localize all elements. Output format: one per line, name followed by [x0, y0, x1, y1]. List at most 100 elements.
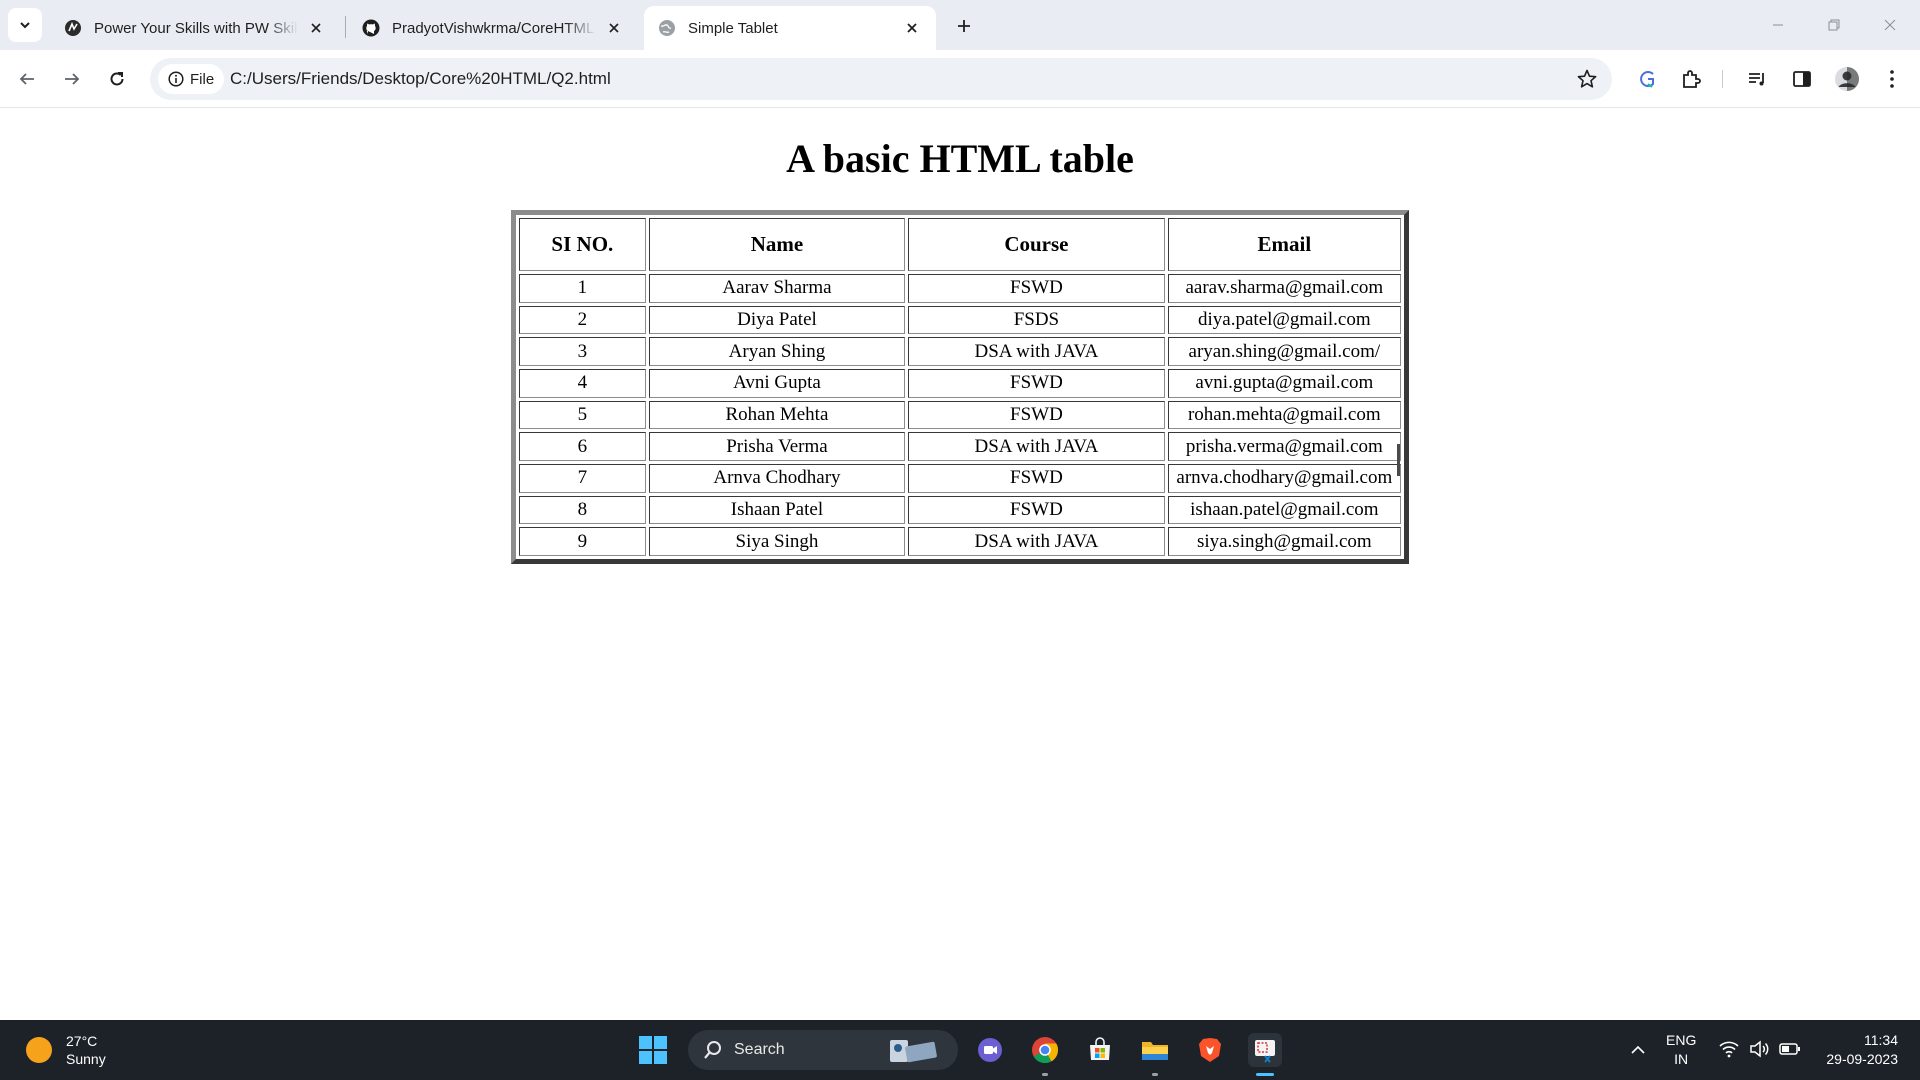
- search-label: Search: [734, 1041, 785, 1058]
- extensions-puzzle-icon[interactable]: [1677, 65, 1705, 93]
- close-window-button[interactable]: [1862, 0, 1918, 50]
- tab-search-button[interactable]: [8, 8, 42, 42]
- header-email: Email: [1167, 218, 1401, 271]
- cell-course: DSA with JAVA: [908, 527, 1165, 556]
- cell-name: Siya Singh: [648, 527, 906, 556]
- cell-si-no: 2: [519, 305, 646, 335]
- header-course: Course: [908, 218, 1165, 271]
- arrow-left-icon: [19, 73, 34, 85]
- brave-icon[interactable]: [1193, 1033, 1227, 1067]
- more-menu-icon[interactable]: [1878, 65, 1906, 93]
- cell-email: ishaan.patel@gmail.com: [1167, 495, 1401, 525]
- new-tab-button[interactable]: [950, 12, 978, 40]
- cell-si-no: 3: [519, 337, 646, 366]
- tab-github[interactable]: PradyotVishwkrma/CoreHTML: [348, 6, 638, 50]
- minimize-button[interactable]: [1750, 0, 1806, 50]
- microsoft-store-icon[interactable]: [1083, 1033, 1117, 1067]
- page-content: A basic HTML table SI NO. Name Course Em…: [0, 109, 1920, 1020]
- close-icon[interactable]: [902, 18, 922, 38]
- media-controls-icon[interactable]: [1743, 65, 1771, 93]
- plus-icon: [958, 20, 970, 32]
- reload-icon: [110, 72, 124, 86]
- side-panel-icon[interactable]: [1788, 65, 1816, 93]
- language-indicator[interactable]: ENG IN: [1666, 1031, 1696, 1069]
- site-info-label: File: [190, 70, 215, 88]
- taskbar-search[interactable]: Search: [688, 1030, 958, 1070]
- close-icon[interactable]: [604, 18, 624, 38]
- bookmark-star-icon[interactable]: [1576, 68, 1598, 90]
- chevron-up-icon[interactable]: [1626, 1038, 1650, 1062]
- system-clock[interactable]: 11:34 29-09-2023: [1826, 1031, 1898, 1069]
- search-highlight-icon: [890, 1040, 937, 1063]
- clock-date: 29-09-2023: [1826, 1051, 1898, 1067]
- toolbar-divider: [1722, 70, 1723, 88]
- cell-name: Avni Gupta: [648, 368, 906, 398]
- minimize-icon: [1773, 24, 1783, 26]
- table-row: 7 Arnva Chodhary FSWD arnva.chodhary@gma…: [519, 463, 1401, 493]
- github-icon: [362, 19, 380, 37]
- cell-course: DSA with JAVA: [908, 337, 1165, 366]
- forward-button[interactable]: [55, 62, 89, 96]
- cell-name: Arnva Chodhary: [648, 463, 906, 493]
- cell-email: prisha.verma@gmail.com: [1167, 432, 1401, 461]
- cell-email: rohan.mehta@gmail.com: [1167, 400, 1401, 430]
- active-indicator: [1256, 1073, 1274, 1076]
- windows-taskbar: 27°C Sunny Search ENG IN 11:34 29-09-202…: [0, 1020, 1920, 1080]
- table-row: 9 Siya Singh DSA with JAVA siya.singh@gm…: [519, 527, 1401, 556]
- clock-time: 11:34: [1864, 1032, 1898, 1048]
- table-row: 8 Ishaan Patel FSWD ishaan.patel@gmail.c…: [519, 495, 1401, 525]
- language-region: IN: [1674, 1051, 1689, 1067]
- globe-icon: [658, 19, 676, 37]
- cell-name: Diya Patel: [648, 305, 906, 335]
- cell-course: FSWD: [908, 463, 1165, 493]
- back-button[interactable]: [10, 62, 44, 96]
- table-row: 1 Aarav Sharma FSWD aarav.sharma@gmail.c…: [519, 274, 1401, 303]
- cell-si-no: 9: [519, 527, 646, 556]
- cell-email: avni.gupta@gmail.com: [1167, 368, 1401, 398]
- sun-icon: [26, 1037, 52, 1063]
- profile-avatar[interactable]: [1833, 65, 1861, 93]
- wifi-icon: [1719, 1041, 1739, 1058]
- cell-si-no: 8: [519, 495, 646, 525]
- windows-start-icon[interactable]: [638, 1035, 668, 1065]
- snipping-tool-icon[interactable]: [1248, 1033, 1282, 1076]
- header-si-no: SI NO.: [519, 218, 646, 271]
- chrome-icon[interactable]: [1028, 1033, 1062, 1076]
- search-icon: [704, 1041, 721, 1059]
- tab-title: Power Your Skills with PW Skills: [94, 19, 298, 37]
- tab-simple-tablet[interactable]: Simple Tablet: [644, 6, 936, 50]
- cell-course: FSWD: [908, 495, 1165, 525]
- teams-meet-icon[interactable]: [973, 1033, 1007, 1067]
- cell-course: FSWD: [908, 368, 1165, 398]
- arrow-right-icon: [65, 73, 80, 85]
- cell-course: FSWD: [908, 274, 1165, 303]
- address-bar[interactable]: File C:/Users/Friends/Desktop/Core%20HTM…: [150, 58, 1612, 100]
- url-text[interactable]: C:/Users/Friends/Desktop/Core%20HTML/Q2.…: [230, 69, 611, 89]
- cell-name: Rohan Mehta: [648, 400, 906, 430]
- system-tray[interactable]: [1718, 1038, 1802, 1060]
- close-icon[interactable]: [306, 18, 326, 38]
- table-container: SI NO. Name Course Email 1 Aarav Sharma …: [511, 210, 1409, 564]
- cell-email: diya.patel@gmail.com: [1167, 305, 1401, 335]
- restore-button[interactable]: [1806, 0, 1862, 50]
- weather-widget[interactable]: 27°C Sunny: [26, 1032, 106, 1068]
- site-info-chip[interactable]: File: [158, 64, 225, 94]
- header-name: Name: [648, 218, 906, 271]
- table-row: 4 Avni Gupta FSWD avni.gupta@gmail.com: [519, 368, 1401, 398]
- tab-strip: Power Your Skills with PW Skills Pradyot…: [0, 0, 1920, 50]
- students-table: SI NO. Name Course Email 1 Aarav Sharma …: [511, 210, 1409, 564]
- file-explorer-icon[interactable]: [1138, 1033, 1172, 1076]
- cell-name: Aarav Sharma: [648, 274, 906, 303]
- weather-temp: 27°C: [66, 1033, 98, 1049]
- reload-button[interactable]: [100, 62, 134, 96]
- cell-si-no: 5: [519, 400, 646, 430]
- table-header-row: SI NO. Name Course Email: [519, 218, 1401, 271]
- close-icon: [1884, 19, 1896, 31]
- cell-name: Ishaan Patel: [648, 495, 906, 525]
- tab-divider: [345, 16, 346, 38]
- grammarly-extension-icon[interactable]: [1633, 65, 1661, 93]
- info-icon: [168, 71, 184, 87]
- tab-pw-skills[interactable]: Power Your Skills with PW Skills: [50, 6, 340, 50]
- cell-email: aryan.shing@gmail.com/: [1167, 337, 1401, 366]
- cell-name: Prisha Verma: [648, 432, 906, 461]
